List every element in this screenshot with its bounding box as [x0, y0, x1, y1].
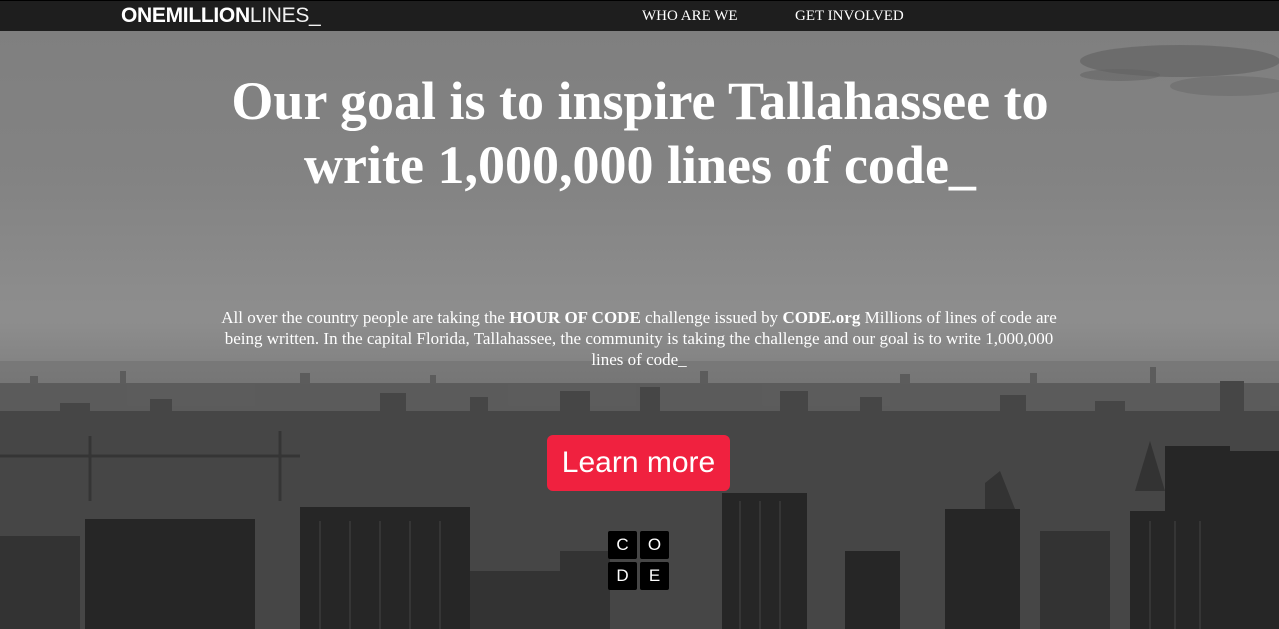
brand-logo-thin: LINES_: [249, 4, 321, 27]
nav-link-get-involved[interactable]: GET INVOLVED: [795, 6, 904, 26]
code-logo-letter-d: D: [608, 562, 637, 590]
code-logo-letter-c: C: [608, 531, 637, 559]
intro-code-org: CODE.org: [782, 308, 861, 327]
brand-logo[interactable]: ONEMILLIONLINES_: [121, 4, 321, 28]
nav-link-who-are-we[interactable]: WHO ARE WE: [642, 6, 738, 26]
code-logo-letter-o: O: [640, 531, 669, 559]
hero-headline: Our goal is to inspire Tallahassee to wr…: [231, 71, 1049, 195]
code-org-logo[interactable]: C O D E: [608, 531, 670, 591]
brand-logo-bold: ONEMILLION: [121, 4, 250, 27]
learn-more-button[interactable]: Learn more: [547, 435, 730, 491]
top-navbar: ONEMILLIONLINES_ WHO ARE WE GET INVOLVED: [0, 0, 1279, 31]
intro-hour-of-code: HOUR OF CODE: [509, 308, 641, 327]
hero-intro-text: All over the country people are taking t…: [210, 307, 1068, 370]
code-logo-letter-e: E: [640, 562, 669, 590]
intro-text-part-2: challenge issued by: [640, 308, 783, 327]
hero-section: Our goal is to inspire Tallahassee to wr…: [0, 31, 1279, 629]
intro-text-part-1: All over the country people are taking t…: [221, 308, 510, 327]
